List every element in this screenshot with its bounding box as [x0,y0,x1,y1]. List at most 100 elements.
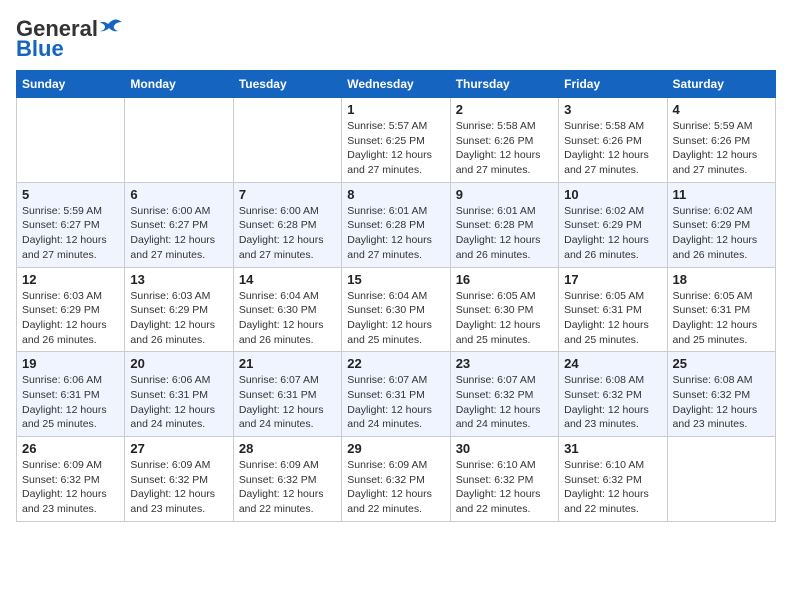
calendar-body: 1Sunrise: 5:57 AM Sunset: 6:25 PM Daylig… [17,98,776,522]
day-info: Sunrise: 6:00 AM Sunset: 6:27 PM Dayligh… [130,204,227,263]
page-header: General Blue [16,16,776,62]
day-number: 5 [22,187,119,202]
calendar-cell: 8 Sunrise: 6:01 AM Sunset: 6:28 PM Daylig… [342,182,450,267]
day-number: 24 [564,356,661,371]
calendar-cell [17,98,125,183]
calendar-cell: 28 Sunrise: 6:09 AM Sunset: 6:32 PM Dayli… [233,437,341,522]
calendar-cell: 29 Sunrise: 6:09 AM Sunset: 6:32 PM Dayli… [342,437,450,522]
day-info: Sunrise: 6:09 AM Sunset: 6:32 PM Dayligh… [239,458,336,517]
calendar-cell: 2 Sunrise: 5:58 AM Sunset: 6:26 PM Daylig… [450,98,558,183]
week-row-2: 5 Sunrise: 5:59 AM Sunset: 6:27 PM Daylig… [17,182,776,267]
day-number: 28 [239,441,336,456]
day-number: 31 [564,441,661,456]
day-number: 7 [239,187,336,202]
calendar-cell: 1Sunrise: 5:57 AM Sunset: 6:25 PM Daylig… [342,98,450,183]
weekday-header-thursday: Thursday [450,71,558,98]
day-info: Sunrise: 5:59 AM Sunset: 6:27 PM Dayligh… [22,204,119,263]
day-number: 29 [347,441,444,456]
calendar-cell: 14 Sunrise: 6:04 AM Sunset: 6:30 PM Dayli… [233,267,341,352]
day-number: 25 [673,356,770,371]
day-info: Sunrise: 6:06 AM Sunset: 6:31 PM Dayligh… [130,373,227,432]
day-number: 10 [564,187,661,202]
calendar-cell: 3Sunrise: 5:58 AM Sunset: 6:26 PM Daylig… [559,98,667,183]
day-info: Sunrise: 6:07 AM Sunset: 6:31 PM Dayligh… [347,373,444,432]
calendar-cell: 16Sunrise: 6:05 AM Sunset: 6:30 PM Dayli… [450,267,558,352]
day-number: 15 [347,272,444,287]
day-number: 17 [564,272,661,287]
day-number: 18 [673,272,770,287]
weekday-header-saturday: Saturday [667,71,775,98]
logo-bird-icon [100,18,122,36]
calendar-cell [667,437,775,522]
day-number: 26 [22,441,119,456]
day-info: Sunrise: 6:09 AM Sunset: 6:32 PM Dayligh… [22,458,119,517]
calendar-cell: 22 Sunrise: 6:07 AM Sunset: 6:31 PM Dayli… [342,352,450,437]
calendar-cell: 9Sunrise: 6:01 AM Sunset: 6:28 PM Daylig… [450,182,558,267]
calendar-cell: 15 Sunrise: 6:04 AM Sunset: 6:30 PM Dayli… [342,267,450,352]
day-info: Sunrise: 5:58 AM Sunset: 6:26 PM Dayligh… [456,119,553,178]
day-number: 1 [347,102,444,117]
day-number: 2 [456,102,553,117]
weekday-header-friday: Friday [559,71,667,98]
calendar-cell: 21Sunrise: 6:07 AM Sunset: 6:31 PM Dayli… [233,352,341,437]
day-number: 4 [673,102,770,117]
week-row-1: 1Sunrise: 5:57 AM Sunset: 6:25 PM Daylig… [17,98,776,183]
day-info: Sunrise: 6:09 AM Sunset: 6:32 PM Dayligh… [130,458,227,517]
day-number: 16 [456,272,553,287]
day-number: 9 [456,187,553,202]
day-info: Sunrise: 6:01 AM Sunset: 6:28 PM Dayligh… [347,204,444,263]
logo: General Blue [16,16,122,62]
calendar-cell: 12 Sunrise: 6:03 AM Sunset: 6:29 PM Dayli… [17,267,125,352]
weekday-header-sunday: Sunday [17,71,125,98]
day-info: Sunrise: 6:00 AM Sunset: 6:28 PM Dayligh… [239,204,336,263]
day-info: Sunrise: 6:06 AM Sunset: 6:31 PM Dayligh… [22,373,119,432]
calendar-cell: 6 Sunrise: 6:00 AM Sunset: 6:27 PM Daylig… [125,182,233,267]
calendar-cell: 24 Sunrise: 6:08 AM Sunset: 6:32 PM Dayli… [559,352,667,437]
day-info: Sunrise: 6:03 AM Sunset: 6:29 PM Dayligh… [22,289,119,348]
calendar-cell: 26 Sunrise: 6:09 AM Sunset: 6:32 PM Dayli… [17,437,125,522]
calendar-cell: 5 Sunrise: 5:59 AM Sunset: 6:27 PM Daylig… [17,182,125,267]
day-number: 22 [347,356,444,371]
day-info: Sunrise: 6:02 AM Sunset: 6:29 PM Dayligh… [673,204,770,263]
day-number: 12 [22,272,119,287]
day-info: Sunrise: 6:10 AM Sunset: 6:32 PM Dayligh… [564,458,661,517]
day-info: Sunrise: 6:07 AM Sunset: 6:32 PM Dayligh… [456,373,553,432]
day-info: Sunrise: 5:59 AM Sunset: 6:26 PM Dayligh… [673,119,770,178]
day-info: Sunrise: 6:07 AM Sunset: 6:31 PM Dayligh… [239,373,336,432]
calendar-cell: 17Sunrise: 6:05 AM Sunset: 6:31 PM Dayli… [559,267,667,352]
weekday-header-wednesday: Wednesday [342,71,450,98]
calendar-cell: 10Sunrise: 6:02 AM Sunset: 6:29 PM Dayli… [559,182,667,267]
day-info: Sunrise: 6:04 AM Sunset: 6:30 PM Dayligh… [239,289,336,348]
calendar-cell: 25 Sunrise: 6:08 AM Sunset: 6:32 PM Dayli… [667,352,775,437]
week-row-5: 26 Sunrise: 6:09 AM Sunset: 6:32 PM Dayli… [17,437,776,522]
day-info: Sunrise: 6:08 AM Sunset: 6:32 PM Dayligh… [564,373,661,432]
day-info: Sunrise: 6:10 AM Sunset: 6:32 PM Dayligh… [456,458,553,517]
weekday-header-row: SundayMondayTuesdayWednesdayThursdayFrid… [17,71,776,98]
weekday-header-monday: Monday [125,71,233,98]
day-number: 6 [130,187,227,202]
calendar-cell: 31 Sunrise: 6:10 AM Sunset: 6:32 PM Dayli… [559,437,667,522]
day-info: Sunrise: 6:04 AM Sunset: 6:30 PM Dayligh… [347,289,444,348]
day-number: 8 [347,187,444,202]
calendar-cell: 11 Sunrise: 6:02 AM Sunset: 6:29 PM Dayli… [667,182,775,267]
calendar-cell: 30Sunrise: 6:10 AM Sunset: 6:32 PM Dayli… [450,437,558,522]
calendar-header: SundayMondayTuesdayWednesdayThursdayFrid… [17,71,776,98]
day-number: 14 [239,272,336,287]
calendar-cell: 13Sunrise: 6:03 AM Sunset: 6:29 PM Dayli… [125,267,233,352]
logo-blue-text: Blue [16,36,64,62]
day-info: Sunrise: 6:05 AM Sunset: 6:31 PM Dayligh… [673,289,770,348]
day-info: Sunrise: 6:08 AM Sunset: 6:32 PM Dayligh… [673,373,770,432]
day-info: Sunrise: 6:09 AM Sunset: 6:32 PM Dayligh… [347,458,444,517]
calendar-cell: 20 Sunrise: 6:06 AM Sunset: 6:31 PM Dayli… [125,352,233,437]
day-number: 27 [130,441,227,456]
day-number: 20 [130,356,227,371]
calendar-cell: 7 Sunrise: 6:00 AM Sunset: 6:28 PM Daylig… [233,182,341,267]
day-number: 19 [22,356,119,371]
calendar-cell: 27 Sunrise: 6:09 AM Sunset: 6:32 PM Dayli… [125,437,233,522]
day-info: Sunrise: 5:58 AM Sunset: 6:26 PM Dayligh… [564,119,661,178]
calendar-cell: 23Sunrise: 6:07 AM Sunset: 6:32 PM Dayli… [450,352,558,437]
calendar-cell: 4 Sunrise: 5:59 AM Sunset: 6:26 PM Daylig… [667,98,775,183]
day-number: 11 [673,187,770,202]
week-row-3: 12 Sunrise: 6:03 AM Sunset: 6:29 PM Dayli… [17,267,776,352]
weekday-header-tuesday: Tuesday [233,71,341,98]
